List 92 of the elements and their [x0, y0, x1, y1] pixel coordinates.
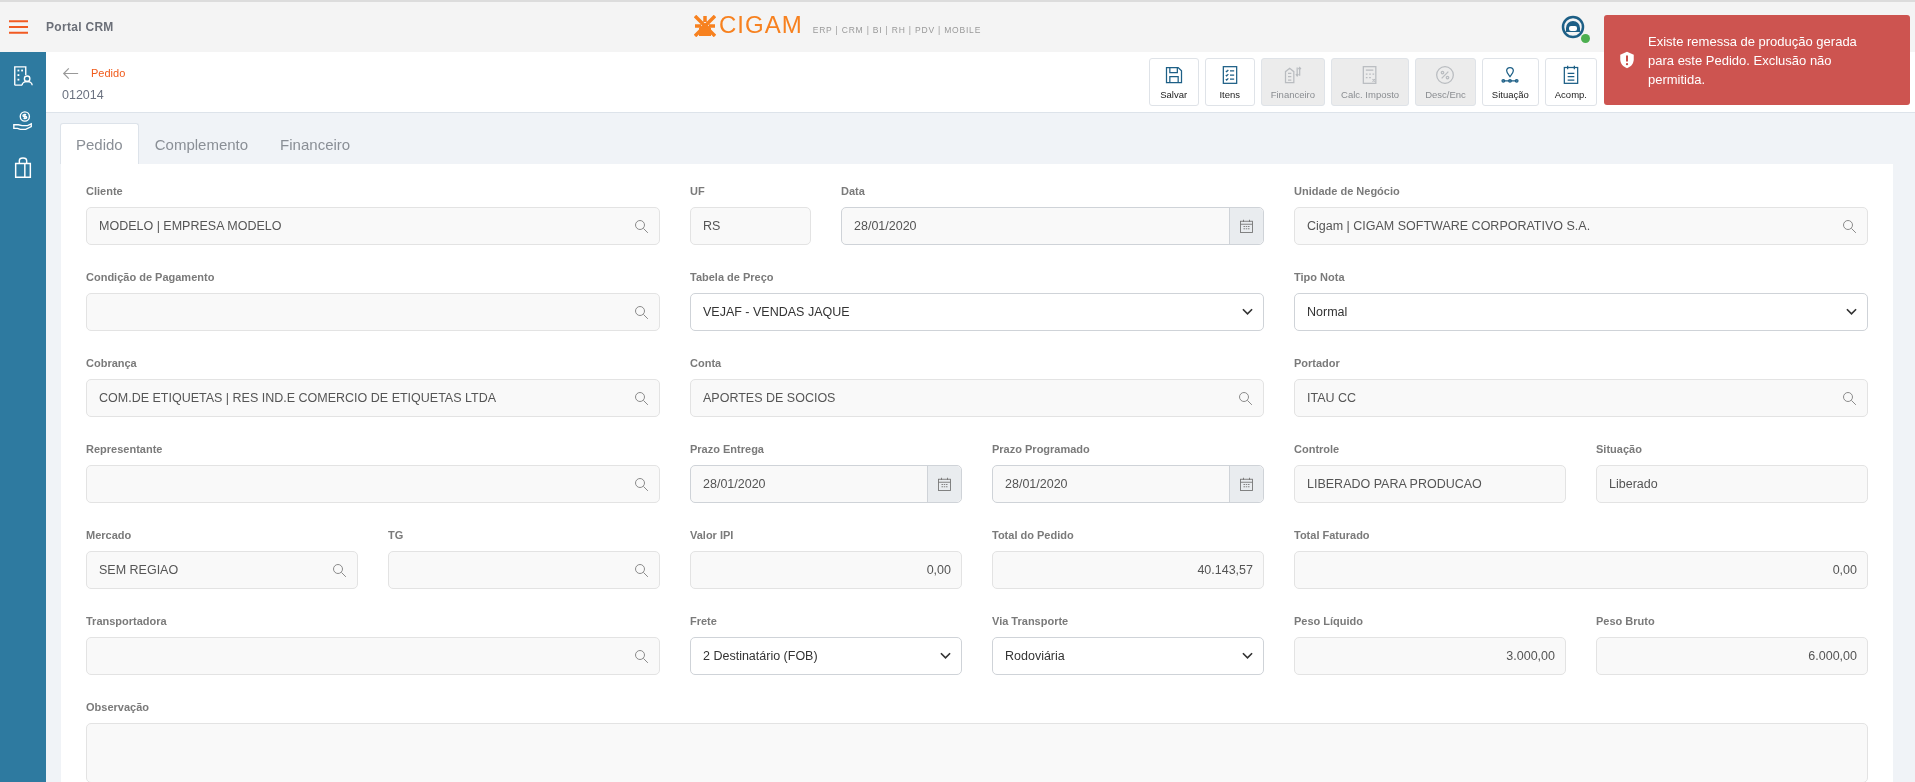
search-field[interactable] — [388, 551, 660, 589]
field-label: Peso Líquido — [1294, 615, 1365, 627]
search-icon[interactable] — [634, 390, 649, 406]
search-field[interactable] — [86, 637, 660, 675]
field-label: Unidade de Negócio — [1294, 185, 1401, 197]
logo-icon — [694, 15, 716, 37]
logo-wordmark: CIGAM — [719, 13, 803, 37]
search-field[interactable]: MODELO | EMPRESA MODELO — [86, 207, 660, 245]
field-label: Prazo Programado — [992, 443, 1091, 455]
toolbar-button[interactable]: Salvar — [1148, 58, 1199, 106]
dropdown[interactable]: 2 Destinatário (FOB) — [690, 637, 962, 675]
chevron-down-icon — [1242, 652, 1253, 660]
field-label: Valor IPI — [690, 529, 735, 541]
shopping-bag-icon[interactable] — [12, 156, 34, 180]
number-field[interactable]: 6.000,00 — [1596, 637, 1868, 675]
field-label: Cliente — [86, 185, 124, 197]
field-label: Transportadora — [86, 615, 168, 627]
field-label: UF — [690, 185, 706, 197]
location-pin-icon — [1500, 64, 1521, 85]
field-label: Prazo Entrega — [690, 443, 765, 455]
number-field[interactable]: 0,00 — [1294, 551, 1868, 589]
back-arrow-icon[interactable] — [62, 66, 79, 80]
calendar-button[interactable] — [1229, 466, 1263, 502]
date-field[interactable]: 28/01/2020 — [841, 207, 1264, 245]
calendar-icon — [1239, 476, 1254, 492]
search-field[interactable]: ITAU CC — [1294, 379, 1868, 417]
dropdown[interactable]: Normal — [1294, 293, 1868, 331]
field-label: Representante — [86, 443, 164, 455]
support-agent-icon[interactable] — [1561, 15, 1585, 39]
dropdown[interactable]: Rodoviária — [992, 637, 1264, 675]
field-label: TG — [388, 529, 405, 541]
shield-alert-icon — [1618, 50, 1636, 70]
text-field[interactable]: LIBERADO PARA PRODUCAO — [1294, 465, 1566, 503]
text-field[interactable]: Liberado — [1596, 465, 1868, 503]
search-icon[interactable] — [634, 648, 649, 664]
search-field[interactable]: APORTES DE SOCIOS — [690, 379, 1264, 417]
field-label: Observação — [86, 701, 150, 713]
field-label: Condição de Pagamento — [86, 271, 216, 283]
search-icon[interactable] — [1842, 390, 1857, 406]
number-field[interactable]: 40.143,57 — [992, 551, 1264, 589]
field-label: Cobrança — [86, 357, 138, 369]
toolbar-button[interactable]: Situação — [1481, 58, 1539, 106]
field-label: Total do Pedido — [992, 529, 1075, 541]
field-label: Frete — [690, 615, 718, 627]
chevron-down-icon — [1242, 308, 1253, 316]
search-field[interactable]: SEM REGIAO — [86, 551, 358, 589]
toast-message: Existe remessa de produção gerada para este Pedido. Exclusão não permitida. — [1648, 32, 1858, 89]
date-field[interactable]: 28/01/2020 — [992, 465, 1264, 503]
building-person-icon[interactable] — [12, 64, 34, 88]
search-field[interactable]: Cigam | CIGAM SOFTWARE CORPORATIVO S.A. — [1294, 207, 1868, 245]
search-icon[interactable] — [1238, 390, 1253, 406]
search-icon[interactable] — [1842, 218, 1857, 234]
calendar-icon — [1239, 218, 1254, 234]
calendar-icon — [937, 476, 952, 492]
field-label: Peso Bruto — [1596, 615, 1656, 627]
dropdown[interactable]: VEJAF - VENDAS JAQUE — [690, 293, 1264, 331]
save-icon — [1163, 64, 1184, 85]
toolbar-button[interactable]: Acomp. — [1544, 58, 1597, 106]
field-label: Portador — [1294, 357, 1341, 369]
money-building-icon — [1282, 64, 1303, 85]
field-label: Situação — [1596, 443, 1643, 455]
field-label: Tabela de Preço — [690, 271, 775, 283]
search-icon[interactable] — [634, 562, 649, 578]
app-title: Portal CRM — [46, 20, 114, 34]
search-field[interactable]: COM.DE ETIQUETAS | RES IND.E COMERCIO DE ETIQUETAS LTDA — [86, 379, 660, 417]
calendar-button[interactable] — [1229, 208, 1263, 244]
search-field[interactable] — [86, 465, 660, 503]
logo-tagline: ERP | CRM | BI | RH | PDV | MOBILE — [812, 25, 982, 35]
menu-icon[interactable] — [9, 20, 28, 34]
field-label: Conta — [690, 357, 723, 369]
date-field[interactable]: 28/01/2020 — [690, 465, 962, 503]
field-label: Data — [841, 185, 866, 197]
search-icon[interactable] — [634, 218, 649, 234]
search-icon[interactable] — [332, 562, 347, 578]
search-icon[interactable] — [634, 476, 649, 492]
text-field[interactable]: RS — [690, 207, 811, 245]
calendar-button[interactable] — [927, 466, 961, 502]
search-field[interactable] — [86, 293, 660, 331]
number-field[interactable]: 0,00 — [690, 551, 962, 589]
field-label: Total Faturado — [1294, 529, 1371, 541]
search-icon[interactable] — [634, 304, 649, 320]
field-label: Via Transporte — [992, 615, 1070, 627]
chevron-down-icon — [1846, 308, 1857, 316]
chevron-down-icon — [940, 652, 951, 660]
page-title[interactable]: Pedido — [91, 67, 126, 79]
field-label: Mercado — [86, 529, 133, 541]
field-label: Controle — [1294, 443, 1341, 455]
percent-icon — [1435, 64, 1456, 85]
field-label: Tipo Nota — [1294, 271, 1346, 283]
order-number: 012014 — [62, 87, 105, 102]
number-field[interactable]: 3.000,00 — [1294, 637, 1566, 675]
toolbar-button[interactable]: Itens — [1204, 58, 1255, 106]
